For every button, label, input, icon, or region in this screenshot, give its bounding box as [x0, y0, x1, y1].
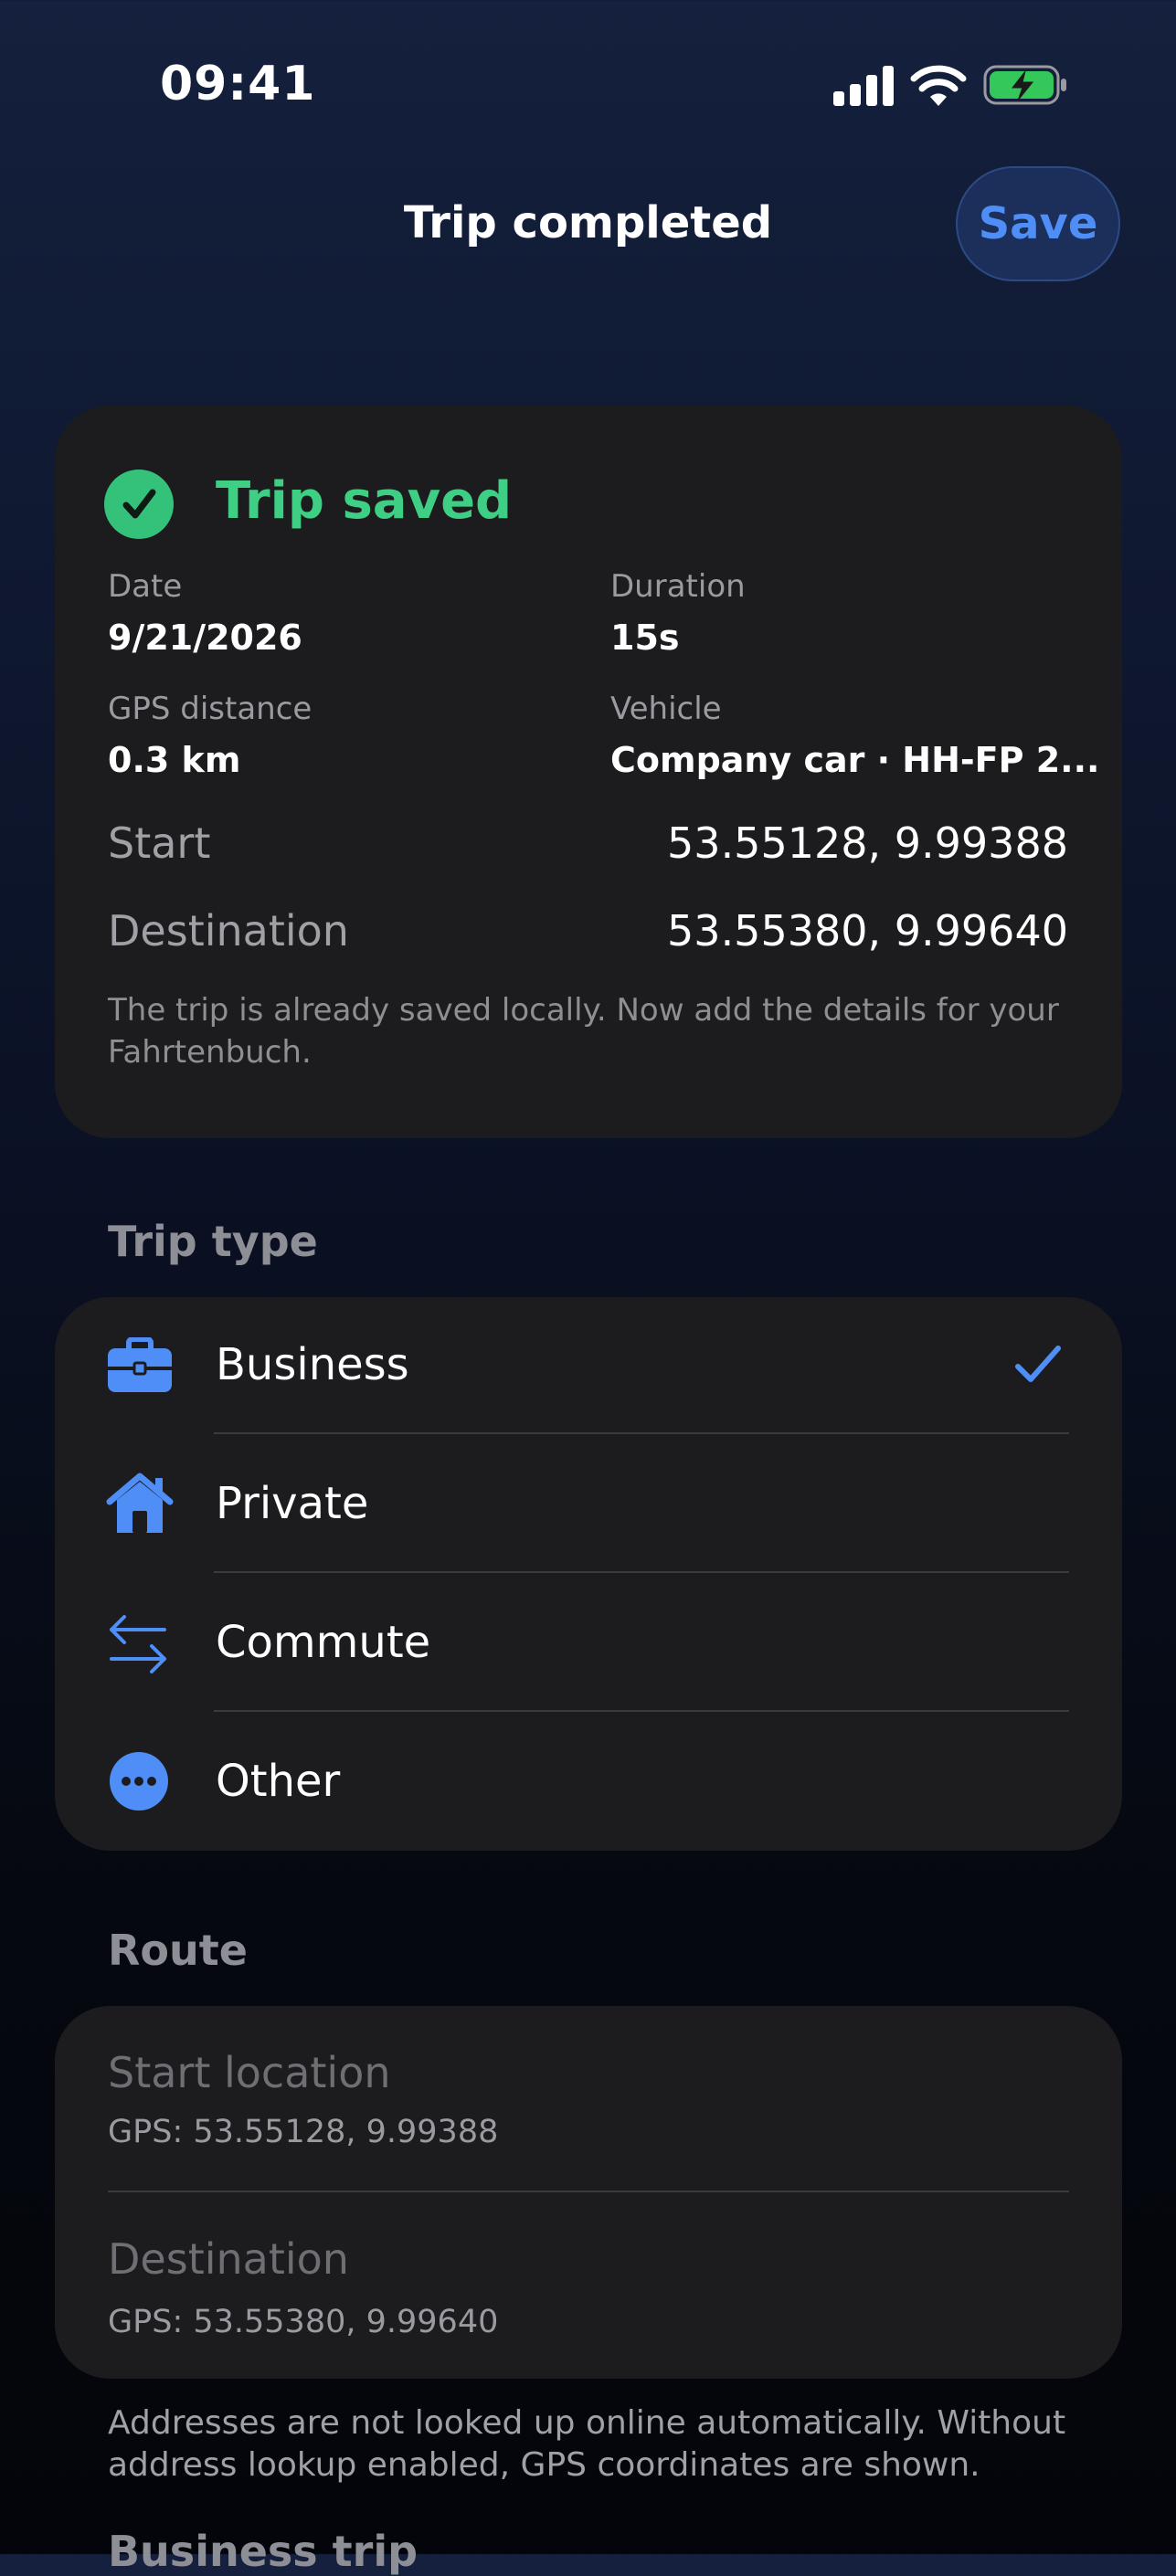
destination-gps: GPS: 53.55380, 9.99640	[108, 2304, 499, 2340]
trip-type-heading: Trip type	[108, 1217, 318, 1266]
trip-type-label-business: Business	[216, 1339, 409, 1390]
briefcase-icon	[108, 1337, 172, 1392]
cellular-signal-icon	[833, 66, 894, 106]
route-heading: Route	[108, 1926, 248, 1975]
business-trip-heading: Business trip	[108, 2527, 418, 2576]
trip-type-label-commute: Commute	[216, 1617, 431, 1668]
duration-value: 15s	[610, 618, 680, 658]
trip-type-option-business[interactable]: Business	[55, 1297, 1122, 1436]
ellipsis-circle-icon	[110, 1752, 168, 1811]
gps-distance-label: GPS distance	[108, 691, 313, 727]
destination-label: Destination	[108, 906, 349, 955]
start-location-field[interactable]: Start location GPS: 53.55128, 9.99388	[55, 2006, 1122, 2192]
duration-label: Duration	[610, 568, 746, 605]
checkmark-circle-icon	[104, 470, 174, 539]
destination-placeholder: Destination	[108, 2234, 349, 2284]
route-footnote-line-1: Addresses are not looked up online autom…	[108, 2404, 1066, 2442]
vehicle-label: Vehicle	[610, 691, 722, 727]
trip-type-option-other[interactable]: Other	[55, 1714, 1122, 1851]
arrows-swap-icon	[110, 1615, 166, 1673]
start-label: Start	[108, 818, 211, 868]
checkmark-icon	[1015, 1346, 1061, 1382]
date-value: 9/21/2026	[108, 618, 302, 658]
battery-charging-icon	[983, 65, 1066, 105]
trip-type-label-other: Other	[216, 1756, 341, 1807]
saved-note-line-2: Fahrtenbuch.	[108, 1034, 312, 1071]
status-time: 09:41	[160, 57, 316, 111]
divider	[214, 1571, 1069, 1573]
start-location-gps: GPS: 53.55128, 9.99388	[108, 2114, 499, 2150]
divider	[214, 1710, 1069, 1712]
trip-saved-title: Trip saved	[216, 471, 513, 531]
divider	[214, 1432, 1069, 1434]
route-footnote-line-2: address lookup enabled, GPS coordinates …	[108, 2446, 980, 2484]
saved-note-line-1: The trip is already saved locally. Now a…	[108, 992, 1059, 1029]
destination-coordinates: 53.55380, 9.99640	[667, 906, 1068, 955]
house-icon	[106, 1473, 174, 1533]
start-coordinates: 53.55128, 9.99388	[667, 818, 1068, 868]
trip-type-label-private: Private	[216, 1478, 369, 1529]
trip-type-option-private[interactable]: Private	[55, 1436, 1122, 1575]
gps-distance-value: 0.3 km	[108, 740, 241, 780]
save-button[interactable]: Save	[956, 166, 1120, 281]
date-label: Date	[108, 568, 183, 605]
destination-field[interactable]: Destination GPS: 53.55380, 9.99640	[55, 2192, 1122, 2379]
start-location-placeholder: Start location	[108, 2048, 391, 2097]
wifi-icon	[910, 65, 967, 106]
trip-type-option-commute[interactable]: Commute	[55, 1575, 1122, 1714]
vehicle-value: Company car · HH-FP 2...	[610, 740, 1100, 780]
